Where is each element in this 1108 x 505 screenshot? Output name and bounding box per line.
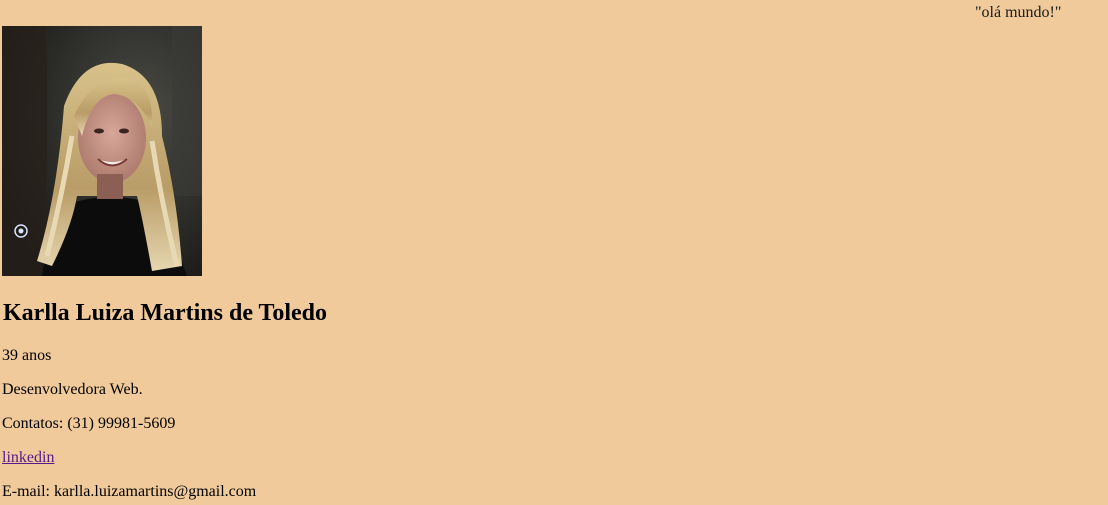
profile-name: Karlla Luiza Martins de Toledo [3,300,328,326]
profile-contacts: Contatos: (31) 99981-5609 [2,415,176,432]
profile-role: Desenvolvedora Web. [2,381,143,398]
linkedin-link[interactable]: linkedin [2,449,54,466]
profile-age: 39 anos [2,347,52,364]
profile-photo [2,26,202,276]
profile-photo-image [2,26,202,276]
profile-email: E-mail: karlla.luizamartins@gmail.com [2,483,257,500]
greeting-text: "olá mundo!" [975,4,1062,21]
linkedin-item: linkedin [2,449,54,467]
